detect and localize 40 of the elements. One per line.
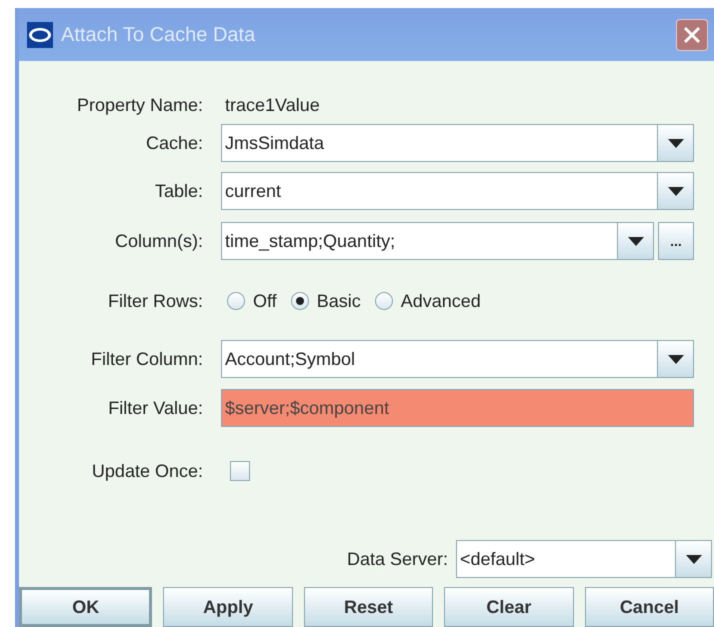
dropdown-field[interactable]: JmsSimdata [221, 124, 694, 162]
dropdown-field[interactable]: current [221, 172, 694, 210]
dropdown-button[interactable] [675, 541, 711, 577]
field-label: Data Server: [346, 548, 448, 570]
dialog-button[interactable]: OK [19, 587, 152, 627]
close-icon [683, 26, 701, 44]
radio-option[interactable]: Advanced [374, 288, 481, 314]
field-label: Column(s): [114, 230, 203, 253]
text-field[interactable]: $server;$component [221, 389, 694, 427]
property-value: trace1Value [225, 94, 320, 116]
caret-down-icon [668, 186, 684, 196]
window-title: Attach To Cache Data [61, 22, 256, 48]
field-label: Property Name: [76, 94, 203, 117]
field-label: Filter Rows: [106, 290, 203, 312]
close-button[interactable] [676, 18, 708, 50]
caret-down-icon [668, 354, 684, 364]
app-logo-icon [27, 22, 53, 48]
radio-option[interactable]: Off [227, 288, 277, 314]
dropdown-button[interactable] [657, 173, 693, 209]
field-label: Update Once: [90, 460, 203, 483]
dropdown-button[interactable] [657, 341, 693, 377]
dialog-button[interactable]: Reset [304, 587, 434, 627]
browse-button[interactable]: ... [658, 222, 694, 260]
radio-option[interactable]: Basic [290, 288, 361, 314]
field-label: Cache: [144, 132, 203, 154]
caret-down-icon [668, 138, 684, 148]
field-label: Table: [154, 180, 203, 202]
dialog-button[interactable]: Apply [163, 587, 293, 627]
dialog-button[interactable]: Clear [444, 587, 574, 627]
dropdown-field[interactable]: time_stamp;Quantity; [221, 222, 654, 260]
checkbox[interactable] [230, 461, 250, 481]
dropdown-button[interactable] [657, 125, 693, 161]
dropdown-button[interactable] [617, 223, 653, 259]
dropdown-field[interactable]: Account;Symbol [221, 340, 694, 378]
field-label: Filter Value: [107, 396, 203, 420]
caret-down-icon [686, 554, 702, 564]
dropdown-field[interactable]: <default> [456, 540, 712, 578]
field-label: Filter Column: [90, 348, 203, 370]
caret-down-icon [628, 236, 644, 246]
dialog-button[interactable]: Cancel [584, 587, 714, 627]
